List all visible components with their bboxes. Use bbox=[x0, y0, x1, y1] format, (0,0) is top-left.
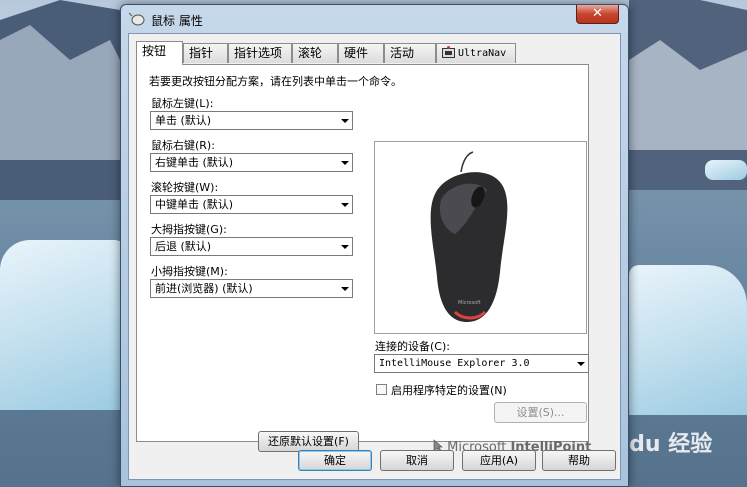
connected-device-value: IntelliMouse Explorer 3.0 bbox=[379, 358, 530, 369]
mouse-illustration: Microsoft bbox=[430, 151, 508, 322]
cancel-button[interactable]: 取消 bbox=[380, 450, 454, 471]
settings-button[interactable]: 设置(S)... bbox=[494, 402, 587, 423]
wheel-button-value: 中键单击 (默认) bbox=[155, 198, 234, 211]
right-button-value: 右键单击 (默认) bbox=[155, 156, 234, 169]
chevron-down-icon bbox=[341, 203, 349, 207]
mouse-properties-window: 鼠标 属性 ✕ 按钮 指针 指针选项 滚轮 硬件 活动 UltraNav 若要更… bbox=[120, 4, 629, 487]
chevron-down-icon bbox=[341, 119, 349, 123]
help-button[interactable]: 帮助 bbox=[542, 450, 616, 471]
connected-device-label: 连接的设备(C): bbox=[375, 340, 450, 353]
tab-label: 按钮 bbox=[142, 44, 167, 58]
tab-hardware[interactable]: 硬件 bbox=[338, 43, 384, 63]
pinky-button-select[interactable]: 前进(浏览器) (默认) bbox=[150, 279, 353, 298]
right-button-label: 鼠标右键(R): bbox=[151, 139, 215, 152]
mouse-icon bbox=[129, 12, 145, 26]
thumb-button-select[interactable]: 后退 (默认) bbox=[150, 237, 353, 256]
thumb-button-value: 后退 (默认) bbox=[155, 240, 212, 253]
pinky-button-label: 小拇指按键(M): bbox=[151, 265, 228, 278]
left-button-value: 单击 (默认) bbox=[155, 114, 212, 127]
tab-wheel[interactable]: 滚轮 bbox=[292, 43, 338, 63]
chevron-down-icon bbox=[341, 287, 349, 291]
program-specific-label: 启用程序特定的设置(N) bbox=[391, 384, 507, 397]
tab-pointers[interactable]: 指针 bbox=[183, 43, 228, 63]
tab-activity[interactable]: 活动 bbox=[384, 43, 436, 63]
tab-label: UltraNav bbox=[458, 48, 507, 59]
tab-label: 硬件 bbox=[344, 46, 369, 60]
program-specific-checkbox[interactable] bbox=[376, 384, 387, 395]
pinky-button-value: 前进(浏览器) (默认) bbox=[155, 282, 253, 295]
close-button[interactable]: ✕ bbox=[576, 5, 619, 24]
ultranav-icon bbox=[442, 46, 455, 58]
dialog-client-area: 按钮 指针 指针选项 滚轮 硬件 活动 UltraNav 若要更改按钮分配方案，… bbox=[128, 33, 621, 480]
thumb-button-label: 大拇指按键(G): bbox=[151, 223, 227, 236]
mouse-image: Microsoft bbox=[374, 141, 587, 334]
tab-label: 滚轮 bbox=[298, 46, 323, 60]
tab-label: 指针 bbox=[189, 46, 214, 60]
restore-defaults-button[interactable]: 还原默认设置(F) bbox=[258, 431, 359, 452]
tab-buttons[interactable]: 按钮 bbox=[136, 41, 183, 65]
wheel-button-label: 滚轮按键(W): bbox=[151, 181, 219, 194]
tab-pointer-options[interactable]: 指针选项 bbox=[228, 43, 292, 63]
apply-button[interactable]: 应用(A) bbox=[462, 450, 536, 471]
chevron-down-icon bbox=[341, 245, 349, 249]
left-button-label: 鼠标左键(L): bbox=[151, 97, 214, 110]
wallpaper-iceberg-left bbox=[0, 240, 125, 410]
chevron-down-icon bbox=[341, 161, 349, 165]
left-button-select[interactable]: 单击 (默认) bbox=[150, 111, 353, 130]
title-bar[interactable]: 鼠标 属性 ✕ bbox=[121, 5, 628, 33]
buttons-tab-panel: 若要更改按钮分配方案，请在列表中单击一个命令。 鼠标左键(L): 单击 (默认)… bbox=[136, 64, 591, 455]
wallpaper-iceberg-right bbox=[629, 265, 747, 415]
wallpaper-iceberg-small bbox=[705, 160, 747, 180]
tab-label: 指针选项 bbox=[234, 46, 283, 60]
chevron-down-icon bbox=[577, 362, 585, 366]
window-title: 鼠标 属性 bbox=[151, 14, 203, 28]
mouse-logo: Microsoft bbox=[458, 300, 481, 306]
wheel-button-select[interactable]: 中键单击 (默认) bbox=[150, 195, 353, 214]
right-button-select[interactable]: 右键单击 (默认) bbox=[150, 153, 353, 172]
tab-label: 活动 bbox=[390, 46, 415, 60]
instruction-text: 若要更改按钮分配方案，请在列表中单击一个命令。 bbox=[149, 75, 402, 88]
tab-ultranav[interactable]: UltraNav bbox=[436, 43, 516, 63]
ok-button[interactable]: 确定 bbox=[298, 450, 372, 471]
connected-device-select[interactable]: IntelliMouse Explorer 3.0 bbox=[374, 354, 589, 373]
